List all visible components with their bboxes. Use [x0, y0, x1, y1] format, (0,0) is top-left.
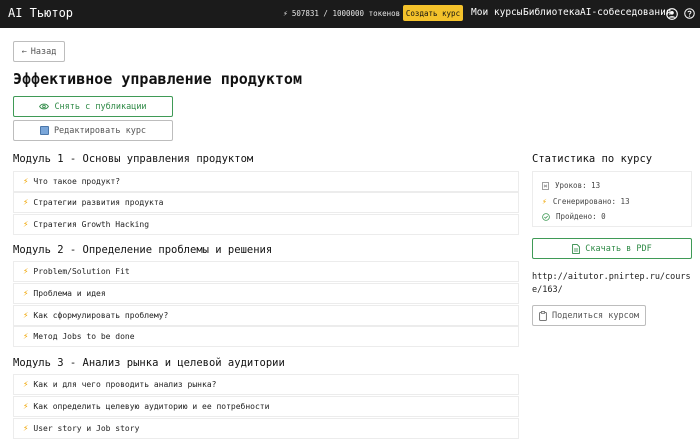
unpublish-button-label: Снять с публикации — [54, 101, 147, 112]
stat-completed: Пройдено: 0 — [542, 212, 606, 221]
page-title: Эффективное управление продуктом — [13, 70, 302, 88]
bolt-icon: ⚡ — [23, 266, 29, 277]
bolt-icon: ⚡ — [23, 331, 29, 342]
brand-logo[interactable]: AI Тьютор — [8, 6, 73, 20]
lesson-item[interactable]: ⚡ Problem/Solution Fit — [13, 261, 519, 282]
lesson-title: Метод Jobs to be done — [33, 332, 135, 341]
lesson-title: Problem/Solution Fit — [33, 267, 130, 276]
document-icon — [542, 181, 549, 190]
lesson-title: Стратегии развития продукта — [33, 198, 164, 207]
token-counter: ⚡ 507831 / 1000000 токенов — [283, 9, 400, 18]
stat-generated-text: Сгенерировано: 13 — [552, 197, 630, 206]
bolt-icon: ⚡ — [283, 9, 288, 18]
unpublish-button[interactable]: Снять с публикации — [13, 96, 173, 117]
bolt-icon: ⚡ — [23, 310, 29, 321]
eye-icon — [39, 103, 50, 110]
back-button-label: Назад — [30, 46, 57, 57]
stats-title: Статистика по курсу — [532, 153, 653, 165]
bolt-icon: ⚡ — [23, 176, 29, 187]
edit-emoji-icon — [39, 126, 49, 135]
share-course-button[interactable]: Поделиться курсом — [532, 305, 646, 326]
lesson-title: Что такое продукт? — [33, 177, 121, 186]
bolt-icon: ⚡ — [23, 401, 29, 412]
lesson-title: Стратегия Growth Hacking — [33, 220, 150, 229]
user-circle-icon[interactable] — [666, 8, 678, 20]
download-pdf-button[interactable]: Скачать в PDF — [532, 238, 692, 259]
bolt-icon: ⚡ — [542, 197, 547, 206]
edit-course-button-label: Редактировать курс — [53, 125, 147, 136]
question-circle-icon[interactable] — [684, 8, 695, 19]
stat-lessons-text: Уроков: 13 — [555, 181, 601, 190]
clipboard-icon — [539, 310, 547, 321]
nav-library[interactable]: Библиотека — [523, 7, 580, 18]
back-button[interactable]: ← Назад — [13, 41, 65, 62]
stats-card: Уроков: 13 ⚡ Сгенерировано: 13 Пройдено:… — [532, 171, 692, 227]
lesson-item[interactable]: ⚡ Метод Jobs to be done — [13, 326, 519, 347]
lesson-title: Проблема и идея — [33, 289, 106, 298]
bolt-icon: ⚡ — [23, 379, 29, 390]
download-pdf-label: Скачать в PDF — [585, 243, 652, 254]
course-url[interactable]: http://aitutor.pnirtep.ru/course/163/ — [532, 271, 694, 297]
stat-generated: ⚡ Сгенерировано: 13 — [542, 197, 630, 206]
nav-ai-interviews[interactable]: AI-собеседования — [580, 7, 672, 18]
stat-completed-text: Пройдено: 0 — [556, 212, 606, 221]
edit-course-button[interactable]: Редактировать курс — [13, 120, 173, 141]
bolt-icon: ⚡ — [23, 219, 29, 230]
lesson-item[interactable]: ⚡ Стратегии развития продукта — [13, 192, 519, 213]
module-3-title: Модуль 3 - Анализ рынка и целевой аудито… — [13, 357, 285, 369]
create-course-button[interactable]: Создать курс — [403, 5, 463, 21]
lesson-item[interactable]: ⚡ Проблема и идея — [13, 283, 519, 304]
lesson-item[interactable]: ⚡ Что такое продукт? — [13, 171, 519, 192]
bolt-icon: ⚡ — [23, 288, 29, 299]
top-navigation-bar: AI Тьютор ⚡ 507831 / 1000000 токенов Соз… — [0, 0, 700, 28]
arrow-left-icon: ← — [21, 46, 27, 57]
lesson-title: Как определить целевую аудиторию и ее по… — [33, 402, 270, 411]
lesson-item[interactable]: ⚡ Как и для чего проводить анализ рынка? — [13, 374, 519, 395]
lesson-title: Как и для чего проводить анализ рынка? — [33, 380, 217, 389]
lesson-item[interactable]: ⚡ Стратегия Growth Hacking — [13, 214, 519, 235]
bolt-icon: ⚡ — [23, 197, 29, 208]
lesson-title: User story и Job story — [33, 424, 140, 433]
lesson-item[interactable]: ⚡ Как сформулировать проблему? — [13, 305, 519, 326]
nav-my-courses[interactable]: Мои курсы — [471, 7, 522, 18]
module-1-title: Модуль 1 - Основы управления продуктом — [13, 153, 254, 165]
check-circle-icon — [542, 212, 550, 221]
file-icon — [572, 243, 581, 254]
share-course-label: Поделиться курсом — [552, 310, 639, 321]
module-2-title: Модуль 2 - Определение проблемы и решени… — [13, 244, 273, 256]
lesson-item[interactable]: ⚡ User story и Job story — [13, 418, 519, 439]
token-counter-text: 507831 / 1000000 токенов — [291, 9, 401, 18]
lesson-title: Как сформулировать проблему? — [33, 311, 169, 320]
lesson-item[interactable]: ⚡ Как определить целевую аудиторию и ее … — [13, 396, 519, 417]
bolt-icon: ⚡ — [23, 423, 29, 434]
stat-lessons: Уроков: 13 — [542, 181, 600, 190]
